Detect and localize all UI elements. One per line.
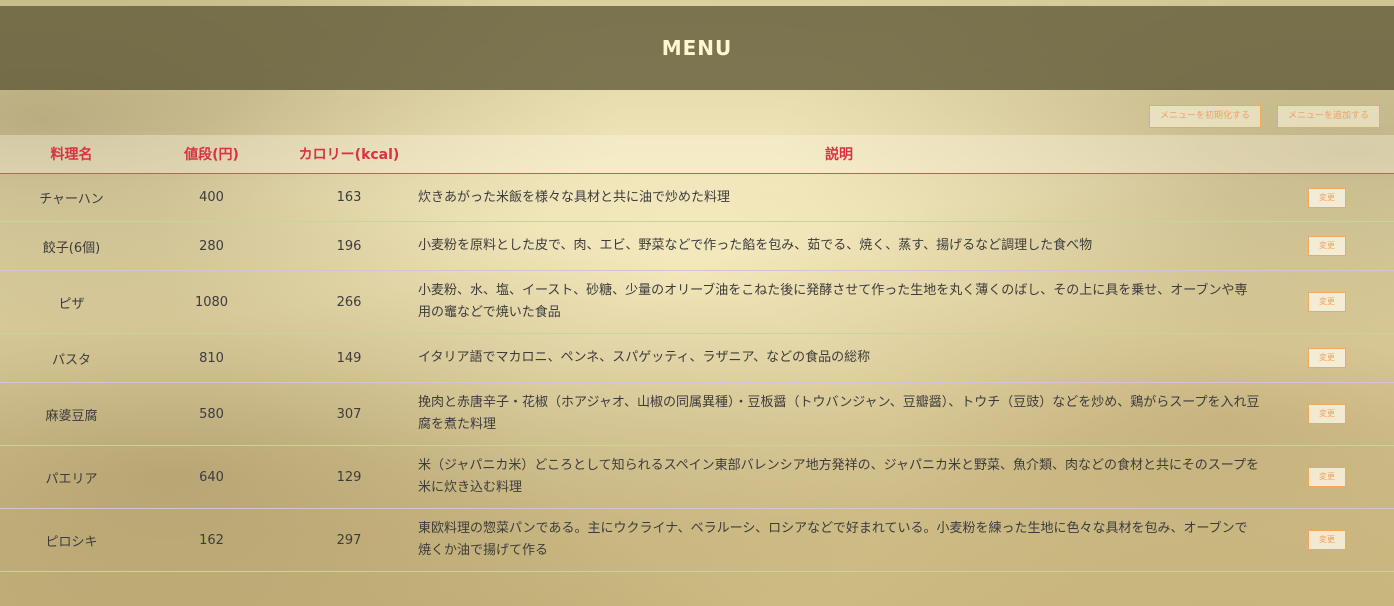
dish-name: パエリア	[45, 471, 98, 487]
add-menu-button[interactable]: メニューを追加する	[1276, 105, 1380, 128]
dish-name: チャーハン	[39, 192, 104, 207]
dish-name: ピロシキ	[45, 534, 98, 550]
dish-price: 1080	[194, 294, 229, 310]
table-row: パスタ 810 149 イタリア語でマカロニ、ペンネ、スパゲッティ、ラザニア、な…	[0, 334, 1394, 383]
dish-calories: 129	[336, 469, 362, 485]
table-header: 料理名 値段(円) カロリー(kcal) 説明	[0, 135, 1394, 174]
dish-calories: 307	[336, 406, 362, 422]
header-bar: MENU	[0, 6, 1394, 90]
edit-button[interactable]: 変更	[1308, 348, 1346, 368]
dish-calories: 196	[336, 238, 362, 254]
dish-name: 麻婆豆腐	[45, 408, 98, 424]
table-row: ピザ 1080 266 小麦粉、水、塩、イースト、砂糖、少量のオリーブ油をこねた…	[0, 271, 1394, 334]
dish-price: 810	[199, 350, 224, 366]
dish-description: 挽肉と赤唐辛子・花椒（ホアジャオ、山椒の同属異種）・豆板醤（トウバンジャン、豆瓣…	[418, 395, 1260, 432]
dish-calories: 297	[336, 532, 362, 548]
table-row: 麻婆豆腐 580 307 挽肉と赤唐辛子・花椒（ホアジャオ、山椒の同属異種）・豆…	[0, 383, 1394, 446]
table-row: ピロシキ 162 297 東欧料理の惣菜パンである。主にウクライナ、ベラルーシ、…	[0, 509, 1394, 572]
dish-description: 小麦粉、水、塩、イースト、砂糖、少量のオリーブ油をこねた後に発酵させて作った生地…	[418, 283, 1248, 320]
column-header-description: 説明	[825, 147, 853, 163]
dish-price: 580	[199, 406, 224, 422]
dish-price: 280	[199, 238, 224, 254]
dish-calories: 149	[336, 350, 362, 366]
dish-name: パスタ	[51, 352, 91, 368]
table-row: パエリア 640 129 米（ジャパニカ米）どころとして知られるスペイン東部バレ…	[0, 446, 1394, 509]
column-header-name: 料理名	[50, 147, 93, 163]
dish-name: ピザ	[58, 296, 85, 312]
dish-calories: 266	[336, 294, 362, 310]
dish-name: 餃子(6個)	[42, 240, 101, 256]
edit-button[interactable]: 変更	[1308, 404, 1346, 424]
edit-button[interactable]: 変更	[1308, 236, 1346, 256]
dish-description: 炊きあがった米飯を様々な具材と共に油で炒めた料理	[418, 189, 731, 205]
dish-price: 400	[199, 190, 224, 205]
page-title: MENU	[661, 36, 733, 60]
dish-description: イタリア語でマカロニ、ペンネ、スパゲッティ、ラザニア、などの食品の総称	[418, 350, 871, 365]
dish-price: 640	[199, 469, 224, 485]
dish-description: 米（ジャパニカ米）どころとして知られるスペイン東部バレンシア地方発祥の、ジャパニ…	[418, 458, 1259, 495]
dish-description: 小麦粉を原料とした皮で、肉、エビ、野菜などで作った餡を包み、茹でる、焼く、蒸す、…	[418, 238, 1093, 253]
dish-description: 東欧料理の惣菜パンである。主にウクライナ、ベラルーシ、ロシアなどで好まれている。…	[418, 521, 1248, 558]
column-header-calories: カロリー(kcal)	[298, 147, 400, 163]
edit-button[interactable]: 変更	[1308, 530, 1346, 550]
column-header-price: 値段(円)	[184, 147, 239, 163]
edit-button[interactable]: 変更	[1308, 292, 1346, 312]
table-row: チャーハン 400 163 炊きあがった米飯を様々な具材と共に油で炒めた料理 変…	[0, 174, 1394, 222]
table-row: 餃子(6個) 280 196 小麦粉を原料とした皮で、肉、エビ、野菜などで作った…	[0, 222, 1394, 271]
edit-button[interactable]: 変更	[1308, 187, 1346, 208]
dish-price: 162	[199, 532, 224, 548]
menu-table: 料理名 値段(円) カロリー(kcal) 説明 チャーハン 400 163 炊き…	[0, 135, 1394, 572]
edit-button[interactable]: 変更	[1308, 467, 1346, 487]
dish-calories: 163	[336, 190, 362, 205]
action-bar: メニューを初期化する メニューを追加する	[1148, 105, 1380, 128]
reset-menu-button[interactable]: メニューを初期化する	[1148, 105, 1261, 128]
